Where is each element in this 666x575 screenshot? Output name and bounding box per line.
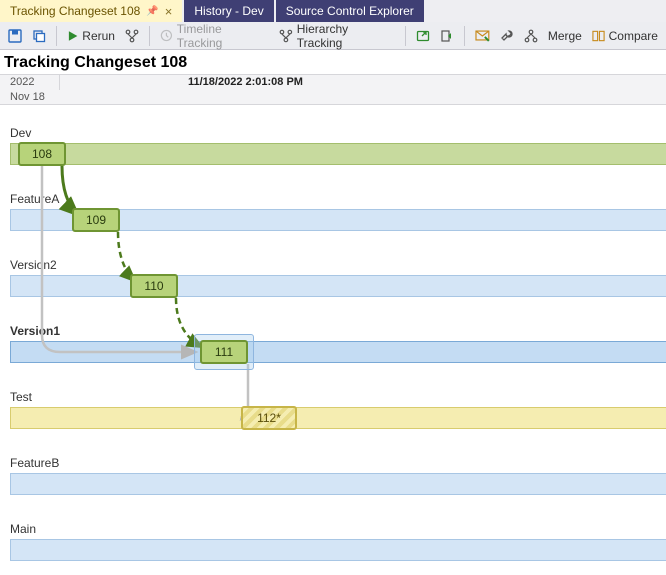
merge-button[interactable]: Merge bbox=[544, 25, 586, 47]
page-title: Tracking Changeset 108 bbox=[0, 50, 666, 74]
open-button[interactable] bbox=[412, 25, 434, 47]
timeline-tracking-label: Timeline Tracking bbox=[177, 22, 269, 50]
play-icon bbox=[67, 30, 78, 42]
tab-source-control-explorer[interactable]: Source Control Explorer bbox=[276, 0, 424, 22]
tree-icon bbox=[524, 29, 538, 43]
copy-icon bbox=[32, 29, 46, 43]
tab-label: History - Dev bbox=[194, 4, 263, 18]
branch-button[interactable] bbox=[121, 25, 143, 47]
tab-tracking-changeset[interactable]: Tracking Changeset 108 📌 × bbox=[0, 0, 182, 22]
branch-label-featureb[interactable]: FeatureB bbox=[10, 456, 59, 470]
save-icon bbox=[8, 29, 22, 43]
branch-label-version1[interactable]: Version1 bbox=[10, 324, 60, 338]
open-icon bbox=[416, 29, 430, 43]
tab-label: Tracking Changeset 108 bbox=[10, 4, 140, 18]
tab-label: Source Control Explorer bbox=[286, 4, 414, 18]
tracking-chart[interactable]: Dev FeatureA Version2 Version1 Test FeatureB M… bbox=[0, 105, 666, 575]
changeset-109[interactable]: 109 bbox=[72, 208, 120, 232]
timeline-year: 2022 bbox=[0, 75, 60, 90]
branch-label-dev[interactable]: Dev bbox=[10, 126, 31, 140]
branch-bar-main[interactable] bbox=[10, 539, 666, 561]
branch-label-version2[interactable]: Version2 bbox=[10, 258, 57, 272]
options-button[interactable] bbox=[496, 25, 518, 47]
timeline-datetime: 11/18/2022 2:01:08 PM bbox=[60, 75, 303, 90]
tab-history-dev[interactable]: History - Dev bbox=[184, 0, 273, 22]
compare-label: Compare bbox=[609, 29, 658, 43]
checkin-icon bbox=[440, 29, 454, 43]
merge-label: Merge bbox=[548, 29, 582, 43]
mail-icon bbox=[475, 30, 490, 42]
toolbar: Rerun Timeline Tracking Hierarchy Tracki… bbox=[0, 22, 666, 50]
branch-label-featurea[interactable]: FeatureA bbox=[10, 192, 59, 206]
branch-bar-dev[interactable] bbox=[10, 143, 666, 165]
compare-button[interactable]: Compare bbox=[588, 25, 662, 47]
hierarchy-icon bbox=[279, 29, 293, 43]
hierarchy-tracking-button[interactable]: Hierarchy Tracking bbox=[275, 25, 399, 47]
branch-bar-featureb[interactable] bbox=[10, 473, 666, 495]
save-button[interactable] bbox=[4, 25, 26, 47]
branch-icon bbox=[125, 29, 139, 43]
timeline-header: 2022 11/18/2022 2:01:08 PM Nov 18 bbox=[0, 74, 666, 105]
branch-bar-version2[interactable] bbox=[10, 275, 666, 297]
arrows-layer bbox=[0, 105, 666, 575]
copy-button[interactable] bbox=[28, 25, 50, 47]
checkin-button[interactable] bbox=[436, 25, 458, 47]
tree-button[interactable] bbox=[520, 25, 542, 47]
changeset-112[interactable]: 112* bbox=[241, 406, 297, 430]
close-icon[interactable]: × bbox=[165, 4, 173, 19]
mail-button[interactable] bbox=[471, 25, 494, 47]
rerun-label: Rerun bbox=[82, 29, 115, 43]
changeset-110[interactable]: 110 bbox=[130, 274, 178, 298]
tab-bar: Tracking Changeset 108 📌 × History - Dev… bbox=[0, 0, 666, 22]
branch-bar-test[interactable] bbox=[10, 407, 666, 429]
timeline-day: Nov 18 bbox=[0, 90, 666, 104]
timeline-tracking-button: Timeline Tracking bbox=[156, 25, 273, 47]
changeset-108[interactable]: 108 bbox=[18, 142, 66, 166]
wrench-icon bbox=[500, 29, 514, 43]
compare-icon bbox=[592, 29, 605, 43]
rerun-button[interactable]: Rerun bbox=[63, 25, 119, 47]
clock-icon bbox=[160, 29, 173, 42]
changeset-111[interactable]: 111 bbox=[200, 340, 248, 364]
branch-label-test[interactable]: Test bbox=[10, 390, 32, 404]
branch-label-main[interactable]: Main bbox=[10, 522, 36, 536]
pin-icon[interactable]: 📌 bbox=[146, 6, 158, 17]
hierarchy-tracking-label: Hierarchy Tracking bbox=[297, 22, 396, 50]
branch-bar-version1[interactable] bbox=[10, 341, 666, 363]
